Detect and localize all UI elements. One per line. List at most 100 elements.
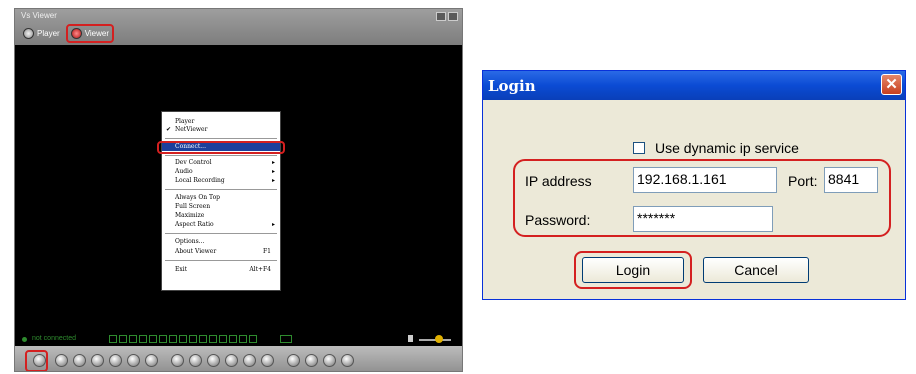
menu-item-maximize[interactable]: Maximize bbox=[162, 212, 280, 220]
menu-item-shortcut: F1 bbox=[263, 248, 271, 255]
menu-item-label: Local Recording bbox=[175, 177, 225, 184]
toolbar-button-12[interactable] bbox=[261, 354, 274, 367]
channel-10-icon[interactable] bbox=[199, 335, 207, 343]
close-icon[interactable]: ✕ bbox=[881, 74, 902, 95]
menu-item-audio[interactable]: Audio ▸ bbox=[162, 168, 280, 176]
viewer-title: Vs Viewer bbox=[21, 11, 57, 20]
menu-item-label: Maximize bbox=[175, 212, 205, 219]
toolbar-button-2[interactable] bbox=[73, 354, 86, 367]
toolbar-button-10[interactable] bbox=[225, 354, 238, 367]
viewer-window: Vs Viewer Player Viewer Player ✔ NetViewe… bbox=[14, 8, 463, 372]
toolbar-button-4[interactable] bbox=[109, 354, 122, 367]
menu-item-label: Player bbox=[175, 118, 195, 125]
menu-item-label: Dev Control bbox=[175, 159, 212, 166]
menu-separator bbox=[165, 155, 277, 156]
channel-5-icon[interactable] bbox=[149, 335, 157, 343]
password-label: Password: bbox=[525, 212, 591, 228]
toolbar-button-3[interactable] bbox=[91, 354, 104, 367]
status-indicator-icon bbox=[22, 337, 27, 342]
toolbar-button-6[interactable] bbox=[145, 354, 158, 367]
login-button[interactable]: Login bbox=[582, 257, 684, 283]
password-field[interactable]: ******* bbox=[633, 206, 773, 232]
toolbar-button-9[interactable] bbox=[207, 354, 220, 367]
toolbar-button-8[interactable] bbox=[189, 354, 202, 367]
menu-item-always-on-top[interactable]: Always On Top bbox=[162, 194, 280, 202]
menu-item-options[interactable]: Options... bbox=[162, 238, 280, 246]
login-dialog: Login ✕ Use dynamic ip service IP addres… bbox=[482, 70, 906, 300]
toolbar-button-15[interactable] bbox=[323, 354, 336, 367]
menu-item-dev-control[interactable]: Dev Control ▸ bbox=[162, 159, 280, 167]
menu-item-label: Always On Top bbox=[175, 194, 221, 201]
menu-item-player[interactable]: Player bbox=[162, 118, 280, 126]
channel-4-icon[interactable] bbox=[139, 335, 147, 343]
menu-item-about-viewer[interactable]: About Viewer F1 bbox=[162, 248, 280, 256]
login-titlebar: Login ✕ bbox=[483, 71, 905, 100]
login-title: Login bbox=[488, 77, 536, 95]
port-field[interactable]: 8841 bbox=[824, 167, 878, 193]
port-label: Port: bbox=[788, 173, 818, 189]
toolbar-button-14[interactable] bbox=[305, 354, 318, 367]
menu-separator bbox=[165, 189, 277, 190]
channel-9-icon[interactable] bbox=[189, 335, 197, 343]
layout-icon[interactable] bbox=[280, 335, 292, 343]
context-menu: Player ✔ NetViewer Connect... Dev Control… bbox=[161, 111, 281, 291]
menu-item-label: NetViewer bbox=[175, 126, 208, 133]
menu-item-local-recording[interactable]: Local Recording ▸ bbox=[162, 177, 280, 185]
menu-separator bbox=[165, 138, 277, 139]
menu-item-netviewer[interactable]: ✔ NetViewer bbox=[162, 126, 280, 134]
minimize-button[interactable] bbox=[436, 12, 446, 21]
channel-13-icon[interactable] bbox=[229, 335, 237, 343]
toolbar-button-7[interactable] bbox=[171, 354, 184, 367]
menu-separator bbox=[165, 260, 277, 261]
channel-15-icon[interactable] bbox=[249, 335, 257, 343]
menu-item-label: Connect... bbox=[175, 143, 206, 150]
toolbar-button-1[interactable] bbox=[55, 354, 68, 367]
channel-6-icon[interactable] bbox=[159, 335, 167, 343]
menu-item-exit[interactable]: Exit Alt+F4 bbox=[162, 266, 280, 274]
speaker-icon[interactable] bbox=[408, 335, 413, 342]
status-bar: not connected bbox=[15, 332, 462, 346]
check-icon: ✔ bbox=[166, 126, 172, 133]
toolbar-button-16[interactable] bbox=[341, 354, 354, 367]
channel-11-icon[interactable] bbox=[209, 335, 217, 343]
ip-address-label: IP address bbox=[525, 173, 592, 189]
viewer-icon bbox=[71, 28, 82, 39]
player-tab-label: Player bbox=[37, 29, 60, 38]
menu-item-label: Aspect Ratio bbox=[175, 221, 214, 228]
toolbar-button-13[interactable] bbox=[287, 354, 300, 367]
channel-1-icon[interactable] bbox=[109, 335, 117, 343]
channel-8-icon[interactable] bbox=[179, 335, 187, 343]
submenu-arrow-icon: ▸ bbox=[271, 159, 275, 166]
viewer-tab[interactable]: Viewer bbox=[67, 25, 113, 42]
menu-item-connect[interactable]: Connect... bbox=[162, 143, 280, 151]
channel-14-icon[interactable] bbox=[239, 335, 247, 343]
channel-12-icon[interactable] bbox=[219, 335, 227, 343]
viewer-tab-label: Viewer bbox=[84, 29, 109, 38]
cancel-button[interactable]: Cancel bbox=[703, 257, 809, 283]
menu-item-shortcut: Alt+F4 bbox=[249, 266, 271, 273]
player-icon bbox=[23, 28, 34, 39]
menu-item-full-screen[interactable]: Full Screen bbox=[162, 203, 280, 211]
menu-item-label: Audio bbox=[175, 168, 193, 175]
player-tab[interactable]: Player bbox=[19, 25, 65, 42]
toolbar-button-11[interactable] bbox=[243, 354, 256, 367]
menu-item-label: Options... bbox=[175, 238, 205, 245]
close-button[interactable] bbox=[448, 12, 458, 21]
ip-address-field[interactable]: 192.168.1.161 bbox=[633, 167, 777, 193]
submenu-arrow-icon: ▸ bbox=[271, 168, 275, 175]
menu-item-label: About Viewer bbox=[175, 248, 217, 255]
control-toolbar bbox=[15, 346, 462, 371]
volume-slider-knob[interactable] bbox=[435, 335, 443, 343]
eject-icon[interactable] bbox=[33, 354, 46, 367]
channel-7-icon[interactable] bbox=[169, 335, 177, 343]
status-text: not connected bbox=[32, 335, 76, 342]
submenu-arrow-icon: ▸ bbox=[271, 177, 275, 184]
channel-3-icon[interactable] bbox=[129, 335, 137, 343]
dynamic-ip-checkbox[interactable] bbox=[633, 142, 645, 154]
toolbar-button-5[interactable] bbox=[127, 354, 140, 367]
submenu-arrow-icon: ▸ bbox=[271, 221, 275, 228]
channel-2-icon[interactable] bbox=[119, 335, 127, 343]
menu-item-aspect-ratio[interactable]: Aspect Ratio ▸ bbox=[162, 221, 280, 229]
menu-item-label: Full Screen bbox=[175, 203, 211, 210]
menu-separator bbox=[165, 233, 277, 234]
